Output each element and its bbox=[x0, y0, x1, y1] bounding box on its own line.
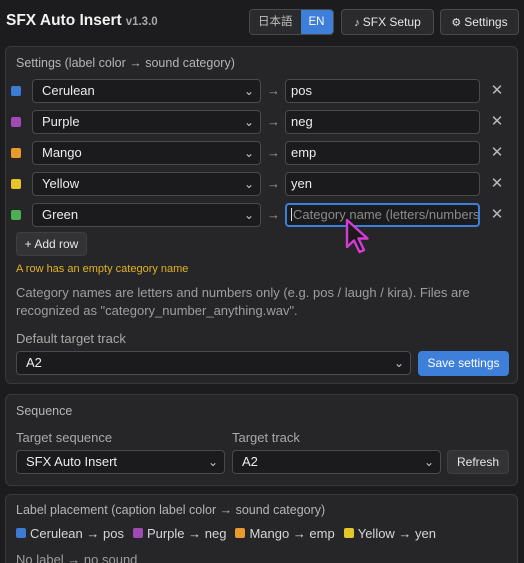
label-placement-title: Label placement (caption label color → s… bbox=[16, 503, 326, 517]
mapping-row: Mango ⌄ → emp ✕ bbox=[10, 141, 503, 165]
mapping-arrow: → bbox=[267, 176, 280, 191]
legend-item: Mango → emp bbox=[235, 526, 335, 541]
settings-button[interactable]: ⚙ Settings bbox=[440, 9, 519, 35]
color-swatch bbox=[11, 210, 21, 220]
default-track-select[interactable]: A2 ⌄ bbox=[16, 351, 411, 375]
mapping-arrow: → bbox=[267, 145, 280, 160]
chevron-down-icon: ⌄ bbox=[393, 356, 404, 370]
legend-item: Purple → neg bbox=[132, 526, 226, 541]
mapping-row: Cerulean ⌄ → pos ✕ bbox=[10, 79, 503, 103]
target-track-label: Target track bbox=[232, 430, 300, 445]
legend-swatch bbox=[235, 528, 246, 538]
legend-swatch bbox=[132, 528, 143, 538]
lang-en-button[interactable]: EN bbox=[300, 10, 333, 34]
legend-item: Cerulean → pos bbox=[16, 526, 124, 541]
color-swatch bbox=[11, 117, 21, 127]
mapping-arrow: → bbox=[267, 207, 280, 222]
remove-row-icon[interactable]: ✕ bbox=[489, 141, 505, 165]
color-swatch bbox=[11, 86, 21, 96]
app-version: v1.3.0 bbox=[125, 16, 158, 28]
language-toggle: 日本語 EN bbox=[249, 9, 334, 35]
remove-row-icon[interactable]: ✕ bbox=[489, 110, 505, 134]
label-color-select[interactable]: Mango ⌄ bbox=[32, 141, 261, 165]
color-category-legend: Cerulean → pos Purple → neg Mango → emp Yel… bbox=[16, 524, 445, 542]
target-sequence-select[interactable]: SFX Auto Insert ⌄ bbox=[16, 450, 225, 474]
chevron-down-icon: ⌄ bbox=[243, 115, 254, 129]
settings-panel-title: Settings (label color → sound category) bbox=[16, 56, 235, 70]
mapping-row: Yellow ⌄ → yen ✕ bbox=[10, 172, 503, 196]
gear-icon: ⚙ bbox=[451, 17, 462, 29]
chevron-down-icon: ⌄ bbox=[243, 177, 254, 191]
category-name-input[interactable]: pos bbox=[285, 79, 480, 103]
mapping-row: Purple ⌄ → neg ✕ bbox=[10, 110, 503, 134]
label-color-select[interactable]: Cerulean ⌄ bbox=[32, 79, 261, 103]
text-caret bbox=[291, 208, 292, 221]
mapping-arrow: → bbox=[267, 83, 280, 98]
music-note-icon: ♪ bbox=[354, 17, 360, 29]
label-color-select[interactable]: Green ⌄ bbox=[32, 203, 261, 227]
category-name-input[interactable]: Category name (letters/numbers) bbox=[285, 203, 480, 227]
mouse-cursor-icon bbox=[345, 218, 369, 254]
category-name-input[interactable]: yen bbox=[285, 172, 480, 196]
sfx-setup-button[interactable]: ♪ SFX Setup bbox=[341, 9, 434, 35]
remove-row-icon[interactable]: ✕ bbox=[489, 79, 505, 103]
label-color-select[interactable]: Purple ⌄ bbox=[32, 110, 261, 134]
chevron-down-icon: ⌄ bbox=[243, 208, 254, 222]
refresh-button[interactable]: Refresh bbox=[447, 450, 509, 474]
app-header: SFX Auto Insert v1.3.0 日本語 EN ♪ SFX Setup … bbox=[0, 0, 524, 44]
legend-swatch bbox=[16, 528, 26, 538]
category-name-input[interactable]: emp bbox=[285, 141, 480, 165]
empty-category-warning: A row has an empty category name bbox=[16, 263, 189, 275]
color-swatch bbox=[11, 148, 21, 158]
remove-row-icon[interactable]: ✕ bbox=[489, 203, 505, 227]
mapping-arrow: → bbox=[267, 114, 280, 129]
category-help-text: Category names are letters and numbers o… bbox=[16, 285, 470, 318]
sequence-panel-title: Sequence bbox=[16, 404, 73, 418]
add-row-button[interactable]: + Add row bbox=[16, 232, 87, 256]
target-sequence-label: Target sequence bbox=[16, 430, 113, 445]
mapping-row: Green ⌄ → Category name (letters/numbers) ✕ bbox=[10, 203, 503, 227]
default-track-label: Default target track bbox=[16, 331, 126, 346]
color-swatch bbox=[11, 179, 21, 189]
chevron-down-icon: ⌄ bbox=[423, 455, 434, 469]
save-settings-button[interactable]: Save settings bbox=[418, 351, 509, 376]
app-title: SFX Auto Insert v1.3.0 bbox=[6, 12, 158, 29]
target-track-select[interactable]: A2 ⌄ bbox=[232, 450, 441, 474]
chevron-down-icon: ⌄ bbox=[207, 455, 218, 469]
remove-row-icon[interactable]: ✕ bbox=[489, 172, 505, 196]
chevron-down-icon: ⌄ bbox=[243, 146, 254, 160]
chevron-down-icon: ⌄ bbox=[243, 84, 254, 98]
legend-item: Yellow → yen bbox=[343, 526, 436, 541]
no-label-note: No label → no sound bbox=[16, 552, 138, 563]
lang-ja-button[interactable]: 日本語 bbox=[250, 10, 301, 34]
category-name-input[interactable]: neg bbox=[285, 110, 480, 134]
legend-swatch bbox=[343, 528, 354, 538]
label-color-select[interactable]: Yellow ⌄ bbox=[32, 172, 261, 196]
category-placeholder: Category name (letters/numbers) bbox=[293, 207, 480, 222]
